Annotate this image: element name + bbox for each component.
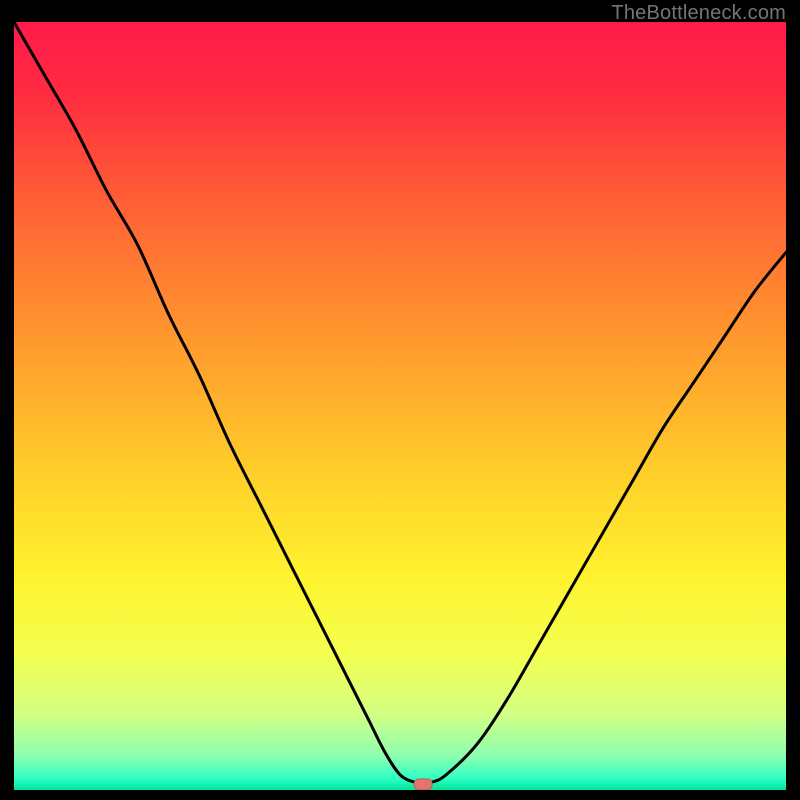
watermark-text: TheBottleneck.com [611,2,786,25]
optimal-point-marker [414,779,432,790]
bottleneck-chart [14,22,786,790]
chart-frame [14,22,786,790]
gradient-background [14,22,786,790]
